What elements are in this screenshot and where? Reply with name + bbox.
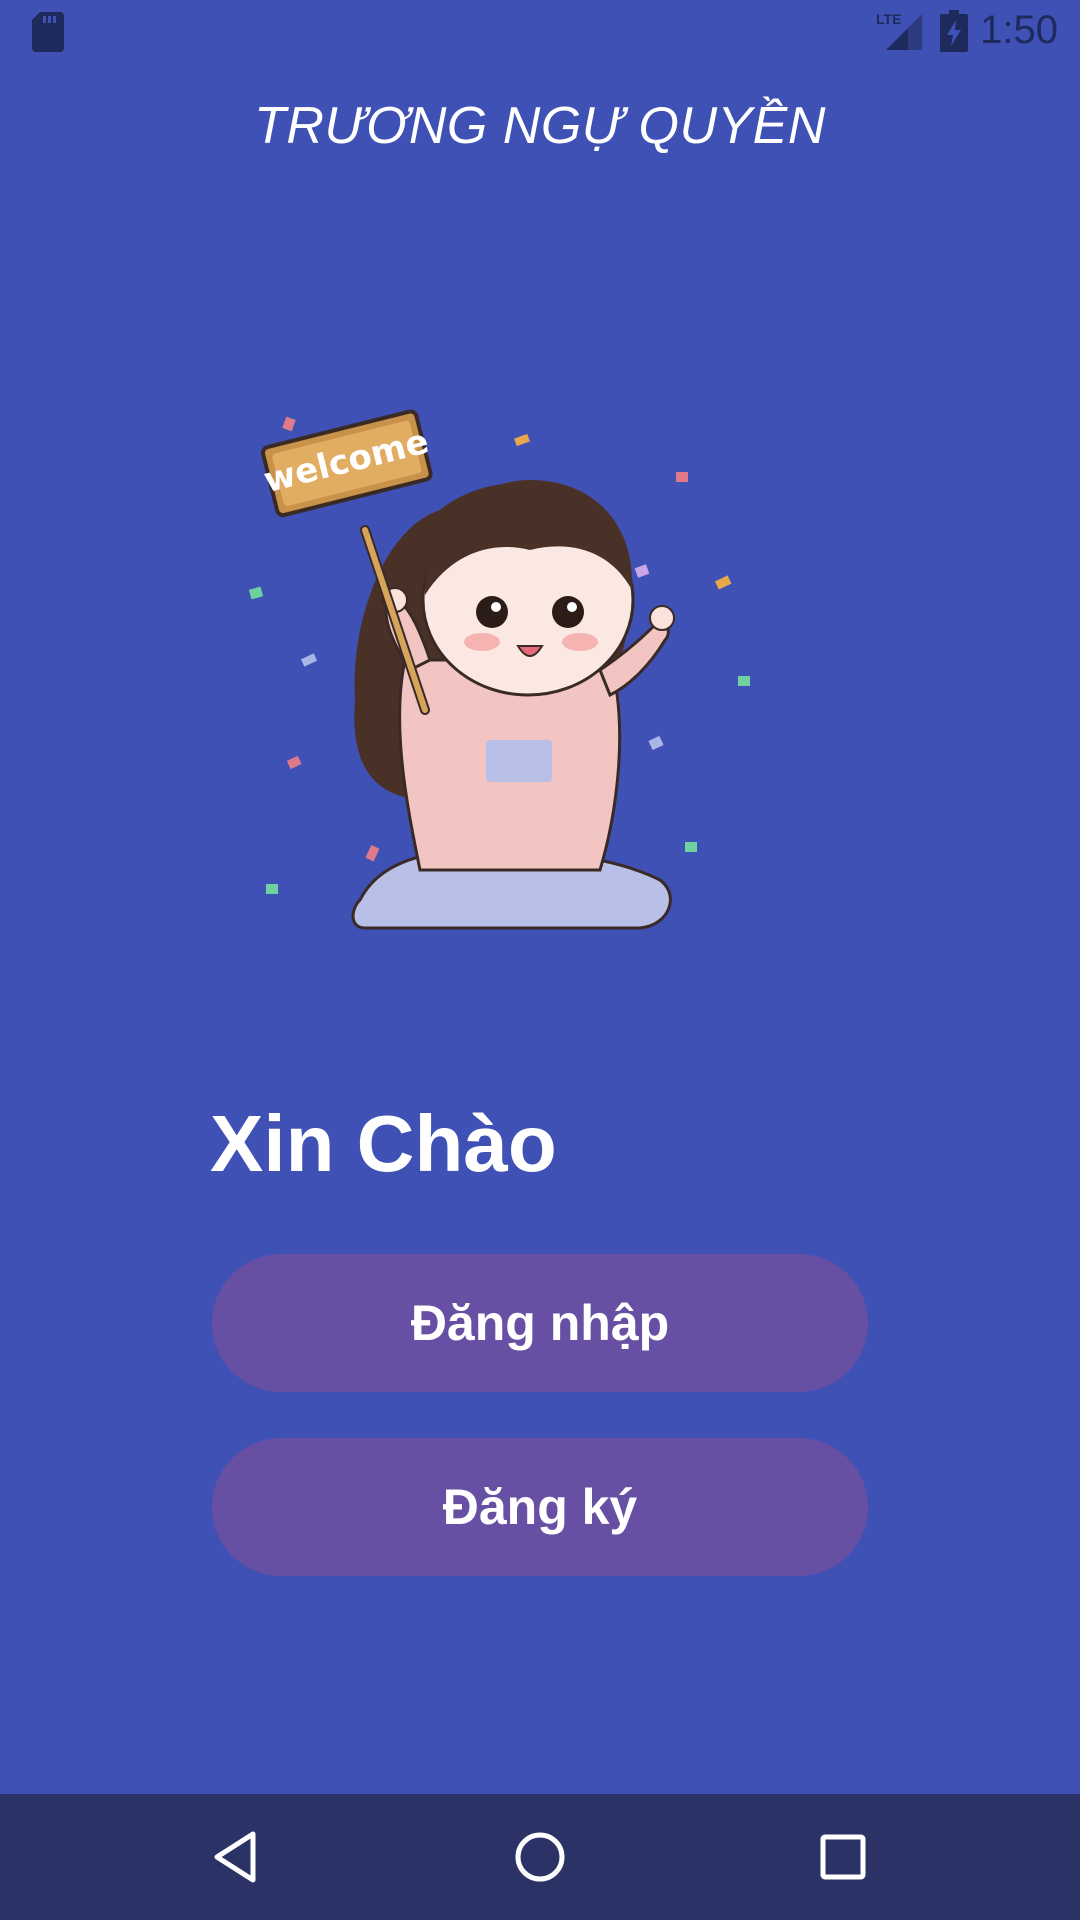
navigation-bar <box>0 1794 1080 1920</box>
home-icon[interactable] <box>507 1824 573 1890</box>
login-button[interactable]: Đăng nhập <box>212 1254 868 1392</box>
lte-label: LTE <box>876 11 901 27</box>
status-time: 1:50 <box>980 8 1058 52</box>
lte-signal-icon: LTE <box>876 11 922 50</box>
register-button[interactable]: Đăng ký <box>212 1438 868 1576</box>
welcome-girl-illustration: welcome <box>248 409 750 930</box>
page-title: TRƯƠNG NGỰ QUYỀN <box>254 97 826 155</box>
battery-charging-icon <box>940 10 968 52</box>
greeting-heading: Xin Chào <box>210 1099 557 1188</box>
sd-card-icon <box>32 12 64 52</box>
recents-icon[interactable] <box>810 1824 876 1890</box>
back-icon[interactable] <box>203 1824 269 1890</box>
status-bar: LTE 1:50 <box>0 0 1080 63</box>
